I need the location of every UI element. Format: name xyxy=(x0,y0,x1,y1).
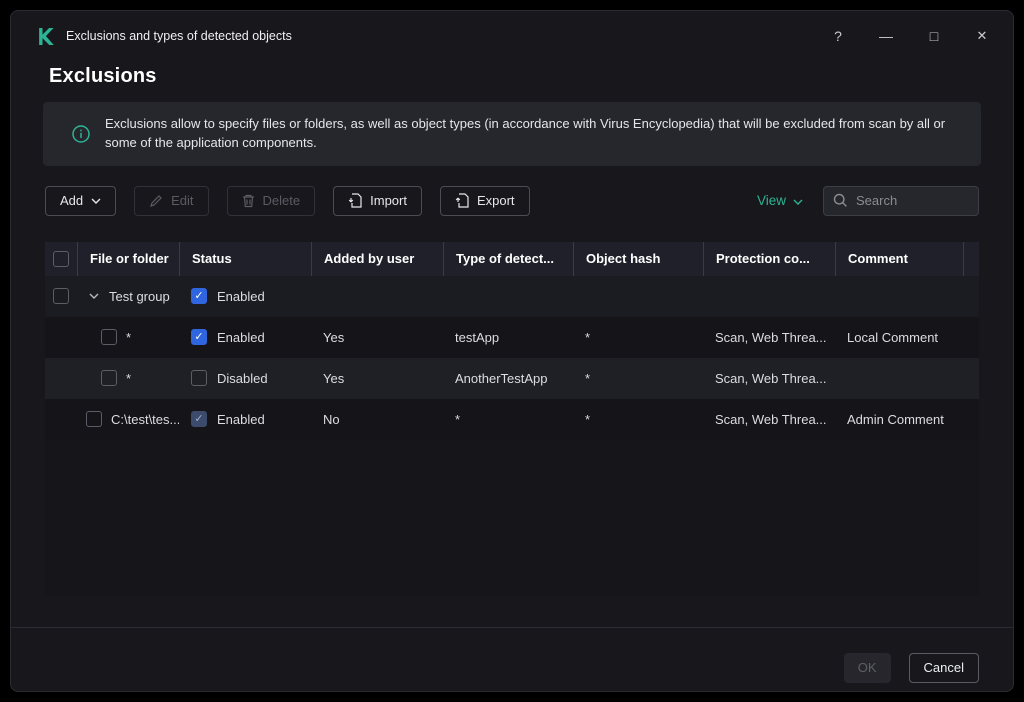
column-header-protection-components[interactable]: Protection co... xyxy=(703,241,835,276)
status-checkbox[interactable] xyxy=(191,370,207,387)
page-title: Exclusions xyxy=(49,65,157,87)
column-header-spacer xyxy=(963,241,988,276)
info-banner: Exclusions allow to specify files or fol… xyxy=(43,102,981,166)
comment-value: Local Comment xyxy=(847,329,939,345)
row-select-checkbox[interactable] xyxy=(101,370,117,387)
add-button[interactable]: Add xyxy=(45,185,117,216)
status-checkbox[interactable] xyxy=(191,411,207,428)
trash-icon xyxy=(242,194,255,208)
edit-button[interactable]: Edit xyxy=(134,185,209,216)
close-button[interactable]: ✕ xyxy=(973,27,991,45)
column-header-added-by-user[interactable]: Added by user xyxy=(311,241,443,276)
protection-components-value: Scan, Web Threa... xyxy=(715,411,827,427)
table-header: File or folder Status Added by user Type… xyxy=(45,241,979,276)
table-empty-area xyxy=(45,439,979,596)
chevron-down-icon xyxy=(793,193,803,208)
export-button[interactable]: Export xyxy=(439,185,530,216)
status-checkbox[interactable] xyxy=(191,288,207,305)
view-dropdown[interactable]: View xyxy=(757,193,803,208)
minimize-button[interactable]: — xyxy=(877,27,895,45)
object-hash-value: * xyxy=(585,411,591,427)
window-title: Exclusions and types of detected objects xyxy=(66,29,292,43)
toolbar-right: View xyxy=(757,185,979,216)
select-all-checkbox[interactable] xyxy=(53,250,69,267)
exclusions-table: File or folder Status Added by user Type… xyxy=(45,241,979,596)
delete-button[interactable]: Delete xyxy=(226,185,316,216)
protection-components-value: Scan, Web Threa... xyxy=(715,329,827,345)
column-header-file-or-folder[interactable]: File or folder xyxy=(77,241,179,276)
added-by-user-value: Yes xyxy=(323,329,345,345)
search xyxy=(823,185,979,216)
maximize-button[interactable]: □ xyxy=(925,27,943,45)
file-or-folder-value: * xyxy=(126,370,132,386)
added-by-user-value: Yes xyxy=(323,370,345,386)
info-icon xyxy=(72,125,90,143)
edit-button-label: Edit xyxy=(171,193,194,209)
comment-value: Admin Comment xyxy=(847,411,944,427)
toolbar: Add Edit Delete Import Export View Searc… xyxy=(11,185,1013,216)
search-icon xyxy=(833,193,848,213)
window-controls: ? — □ ✕ xyxy=(829,27,991,45)
cancel-button[interactable]: Cancel xyxy=(908,652,979,683)
table-group-row[interactable]: Test group Enabled xyxy=(45,275,979,317)
help-button[interactable]: ? xyxy=(829,27,847,45)
pencil-icon xyxy=(149,194,163,208)
import-button-label: Import xyxy=(370,193,407,209)
exclusions-dialog: Exclusions and types of detected objects… xyxy=(10,10,1014,692)
kaspersky-logo-icon xyxy=(37,27,54,45)
object-hash-value: * xyxy=(585,370,591,386)
status-checkbox[interactable] xyxy=(191,329,207,346)
type-of-detected-object-value: * xyxy=(455,411,461,427)
group-name: Test group xyxy=(109,288,170,304)
row-select-checkbox[interactable] xyxy=(86,411,102,428)
export-button-label: Export xyxy=(476,193,515,209)
file-or-folder-value: C:\test\tes... xyxy=(111,411,179,427)
import-button[interactable]: Import xyxy=(333,185,422,216)
column-header-type-of-detected-object[interactable]: Type of detect... xyxy=(443,241,573,276)
type-of-detected-object-value: AnotherTestApp xyxy=(455,370,548,386)
export-icon xyxy=(455,193,469,208)
protection-components-value: Scan, Web Threa... xyxy=(715,370,827,386)
status-label: Enabled xyxy=(217,411,265,427)
column-header-comment[interactable]: Comment xyxy=(835,241,963,276)
titlebar: Exclusions and types of detected objects… xyxy=(11,11,1013,61)
type-of-detected-object-value: testApp xyxy=(455,329,500,345)
table-row[interactable]: C:\test\tes... Enabled No * * Scan, Web … xyxy=(45,398,979,440)
add-button-label: Add xyxy=(60,193,84,209)
toolbar-buttons: Add Edit Delete Import Export xyxy=(45,185,530,216)
status-label: Enabled xyxy=(217,329,265,345)
banner-text: Exclusions allow to specify files or fol… xyxy=(105,116,946,150)
delete-button-label: Delete xyxy=(262,193,301,209)
object-hash-value: * xyxy=(585,329,591,345)
import-icon xyxy=(348,193,362,208)
chevron-down-icon[interactable] xyxy=(89,293,99,300)
ok-button[interactable]: OK xyxy=(843,652,891,683)
view-dropdown-label: View xyxy=(756,193,786,209)
table-row[interactable]: * Enabled Yes testApp * Scan, Web Threa.… xyxy=(45,316,979,358)
dialog-footer: OK Cancel xyxy=(11,627,1013,691)
column-header-object-hash[interactable]: Object hash xyxy=(573,241,703,276)
chevron-down-icon xyxy=(91,198,101,204)
row-select-checkbox[interactable] xyxy=(53,288,69,305)
status-label: Disabled xyxy=(217,370,268,386)
table-row[interactable]: * Disabled Yes AnotherTestApp * Scan, We… xyxy=(45,357,979,399)
file-or-folder-value: * xyxy=(126,329,132,345)
column-header-status[interactable]: Status xyxy=(179,241,311,276)
added-by-user-value: No xyxy=(323,411,340,427)
row-select-checkbox[interactable] xyxy=(101,329,117,346)
status-label: Enabled xyxy=(217,288,265,304)
